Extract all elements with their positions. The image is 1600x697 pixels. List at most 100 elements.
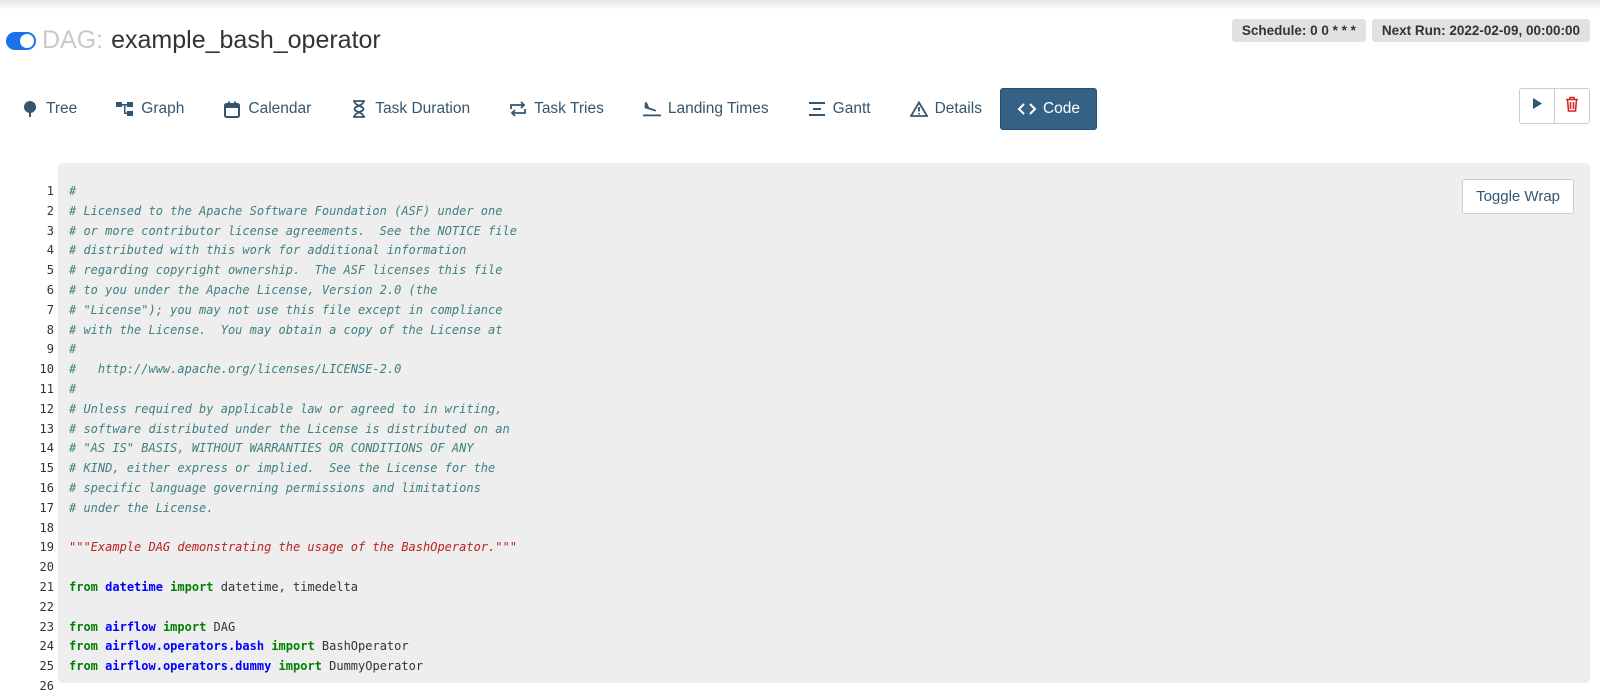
plane-landing-icon: [642, 99, 662, 119]
code-token: datetime, timedelta: [213, 579, 359, 594]
code-token: from: [69, 639, 98, 654]
tab-label: Code: [1042, 100, 1081, 117]
graph-icon: [115, 99, 135, 119]
code-line: from airflow.operators.dummy import Dumm…: [69, 657, 517, 677]
line-number: 1: [46, 184, 54, 198]
tab-label: Task Duration: [375, 100, 471, 117]
line-number: 10: [39, 362, 54, 377]
tab-calendar[interactable]: Calendar: [202, 88, 327, 130]
dag-actions: [1519, 88, 1590, 124]
code-lines: # # Licensed to the Apache Software Found…: [69, 182, 517, 697]
code-token: #: [69, 184, 77, 198]
trigger-dag-button[interactable]: [1520, 89, 1554, 123]
line-number: 19: [39, 540, 54, 555]
code-line: from airflow import DAG: [69, 618, 517, 638]
line-number: 11: [39, 381, 54, 396]
code-token: #: [69, 381, 77, 396]
code-token: DummyOperator: [321, 659, 424, 674]
code-line: # Unless required by applicable law or a…: [69, 400, 517, 420]
gantt-icon: [807, 99, 827, 119]
tab-code[interactable]: Code: [999, 88, 1098, 130]
tab-task-duration[interactable]: Task Duration: [329, 88, 486, 130]
tab-label: Calendar: [248, 100, 312, 117]
calendar-icon: [222, 99, 242, 119]
line-number: 15: [39, 461, 54, 476]
code-token: # or more contributor license agreements…: [69, 223, 517, 238]
code-token: # distributed with this work for additio…: [69, 243, 467, 258]
code-line: # "License"); you may not use this file …: [69, 301, 517, 321]
code-line: # KIND, either express or implied. See t…: [69, 459, 517, 479]
code-line: # to you under the Apache License, Versi…: [69, 281, 517, 301]
line-number: 5: [46, 263, 54, 278]
code-line: # regarding copyright ownership. The ASF…: [69, 261, 517, 281]
line-number: 6: [46, 282, 54, 297]
code-line: #: [69, 182, 517, 202]
delete-dag-button[interactable]: [1554, 89, 1589, 123]
code-token: # regarding copyright ownership. The ASF…: [69, 263, 503, 278]
tab-gantt[interactable]: Gantt: [787, 88, 887, 130]
line-number: 21: [39, 579, 54, 594]
dag-view-tabs: Tree Graph Calendar Task Duration Task T…: [0, 88, 1099, 130]
code-line: # "AS IS" BASIS, WITHOUT WARRANTIES OR C…: [69, 439, 517, 459]
code-line: # with the License. You may obtain a cop…: [69, 321, 517, 341]
code-token: # KIND, either express or implied. See t…: [69, 461, 496, 476]
tab-label: Gantt: [832, 100, 871, 117]
line-number: 14: [39, 441, 54, 456]
code-line: #: [69, 380, 517, 400]
dag-pause-toggle[interactable]: [6, 31, 36, 50]
tab-label: Landing Times: [667, 100, 769, 117]
line-number: 17: [39, 500, 54, 515]
code-line: from airflow.operators.bash import BashO…: [69, 637, 517, 657]
code-token: """Example DAG demonstrating the usage o…: [69, 540, 517, 555]
code-token: # "License"); you may not use this file …: [69, 302, 503, 317]
top-bar-shadow: [0, 0, 1600, 10]
line-number: 22: [39, 599, 54, 614]
tab-label: Graph: [141, 100, 185, 117]
line-number: 25: [39, 659, 54, 674]
code-line: #: [69, 340, 517, 360]
code-line: # software distributed under the License…: [69, 420, 517, 440]
code-token: BashOperator: [314, 639, 409, 654]
code-line: # under the License.: [69, 499, 517, 519]
line-number: 12: [39, 401, 54, 416]
code-token: airflow.operators.dummy: [105, 659, 272, 674]
tab-landing-times[interactable]: Landing Times: [622, 88, 785, 130]
tab-details[interactable]: Details: [889, 88, 998, 130]
play-icon: [1531, 97, 1543, 115]
tab-graph[interactable]: Graph: [95, 88, 200, 130]
dag-title: DAG: example_bash_operator: [6, 26, 381, 55]
code-token: import: [170, 579, 214, 594]
code-token: import: [162, 619, 207, 634]
code-token: # Unless required by applicable law or a…: [69, 401, 503, 416]
code-token: # software distributed under the License…: [69, 421, 510, 436]
code-line: # http://www.apache.org/licenses/LICENSE…: [69, 360, 517, 380]
code-icon: [1017, 99, 1037, 119]
line-number: 23: [39, 619, 54, 634]
toggle-wrap-button[interactable]: Toggle Wrap: [1462, 179, 1574, 214]
next-run-badge: Next Run: 2022-02-09, 00:00:00: [1371, 19, 1590, 42]
code-token: import: [271, 639, 315, 654]
tab-task-tries[interactable]: Task Tries: [488, 88, 620, 130]
code-token: #: [69, 342, 77, 357]
tab-label: Details: [934, 100, 982, 117]
line-number: 20: [39, 560, 54, 575]
line-number: 18: [39, 520, 54, 535]
dag-label: DAG:: [42, 26, 104, 54]
code-token: # with the License. You may obtain a cop…: [69, 322, 503, 337]
code-token: # to you under the Apache License, Versi…: [69, 282, 438, 297]
code-token: datetime: [105, 579, 163, 594]
tree-icon: [20, 99, 40, 119]
code-token: from: [69, 619, 98, 634]
code-token: # "AS IS" BASIS, WITHOUT WARRANTIES OR C…: [69, 441, 474, 456]
line-number: 4: [46, 243, 54, 258]
tab-tree[interactable]: Tree: [0, 88, 93, 130]
code-token: airflow: [105, 619, 156, 634]
code-token: from: [69, 659, 98, 674]
repeat-icon: [508, 99, 528, 119]
